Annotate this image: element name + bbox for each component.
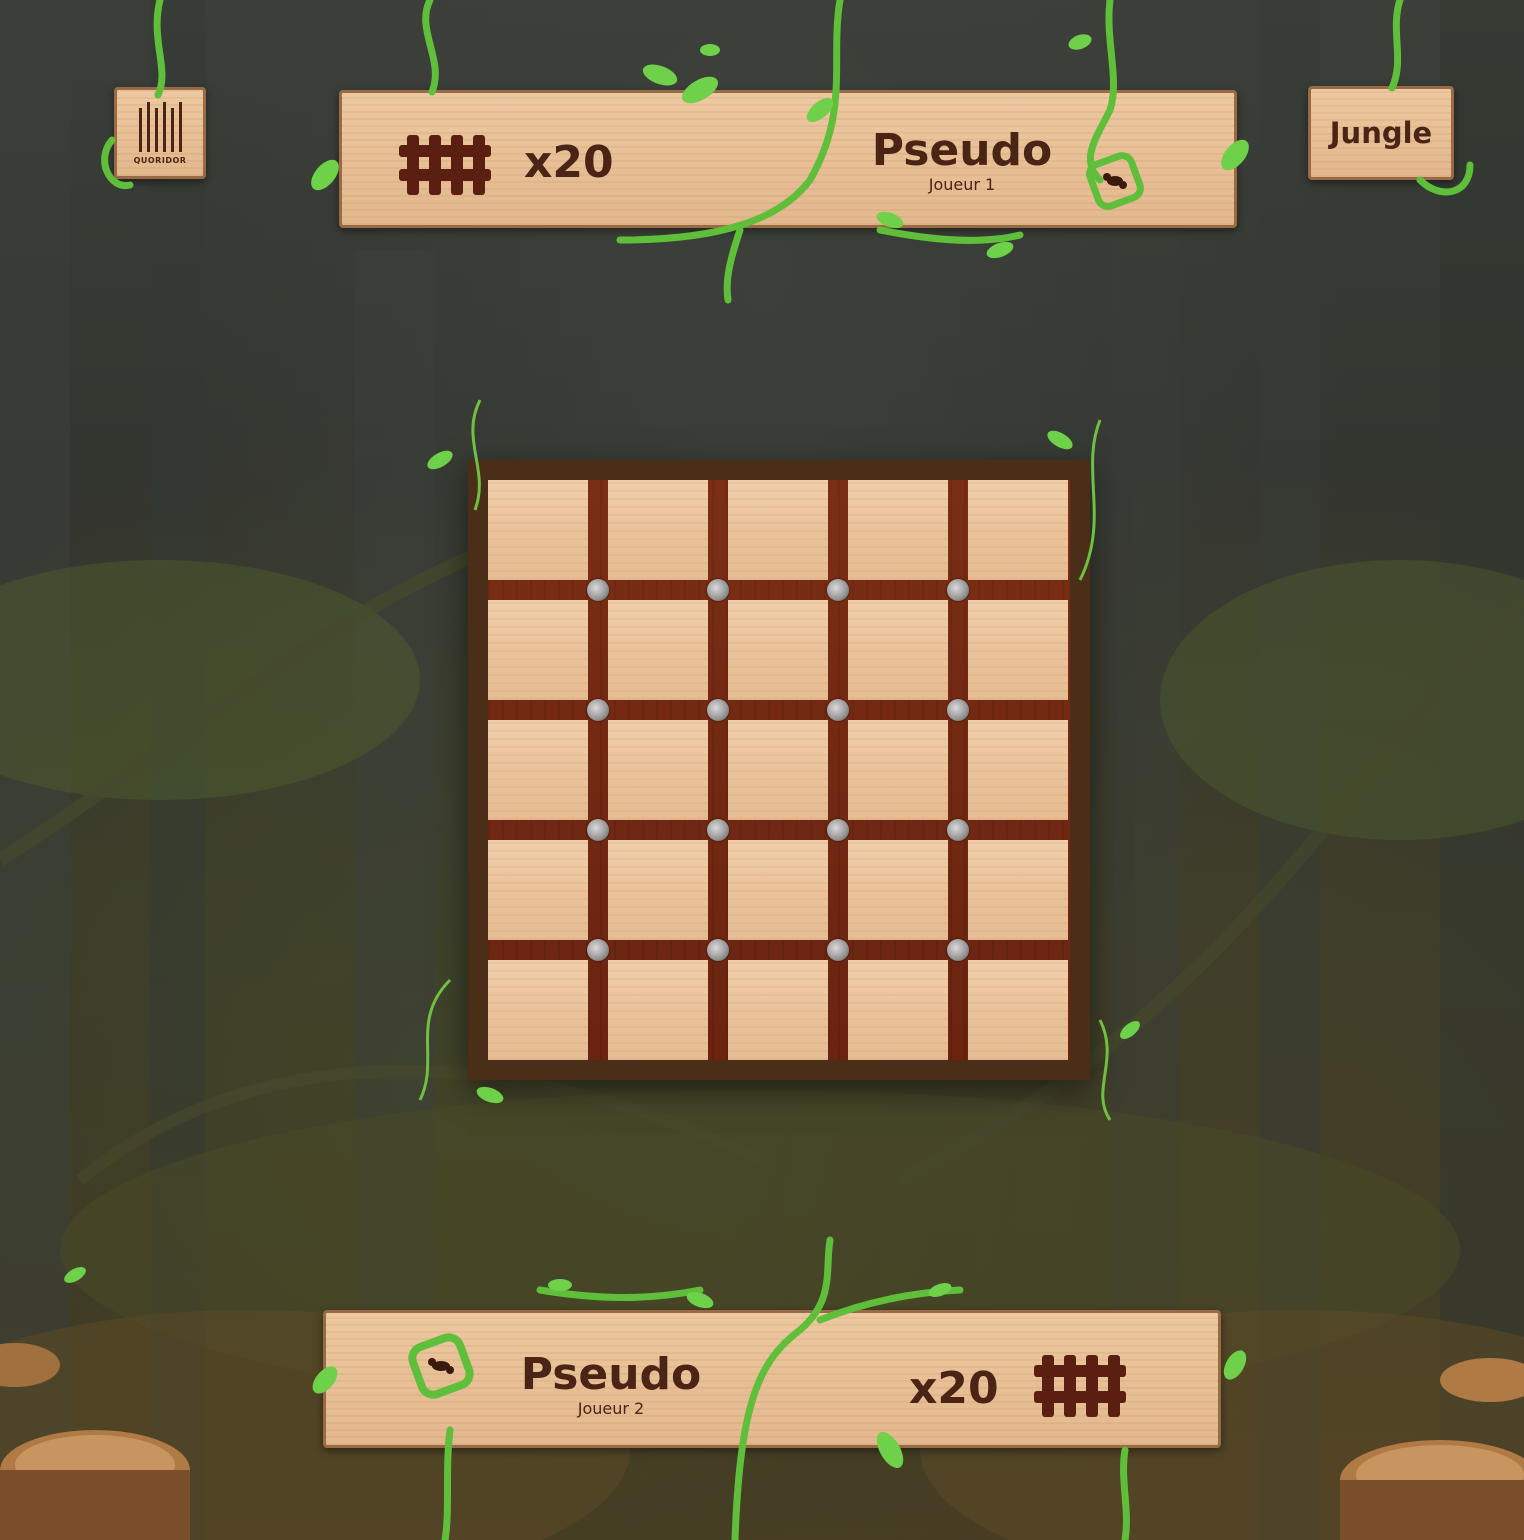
wall-slot-peg[interactable] (707, 819, 729, 841)
wall-slot-peg[interactable] (827, 939, 849, 961)
board-cell[interactable] (488, 600, 588, 700)
board-cell[interactable] (968, 840, 1068, 940)
board-cell[interactable] (608, 480, 708, 580)
board-cell[interactable] (728, 720, 828, 820)
board-cell[interactable] (728, 600, 828, 700)
fence-icon (399, 135, 491, 195)
board-cell[interactable] (848, 840, 948, 940)
theme-button[interactable]: Jungle (1308, 86, 1454, 180)
wall-slot-peg[interactable] (827, 819, 849, 841)
board-cell[interactable] (848, 480, 948, 580)
wall-slot-peg[interactable] (707, 579, 729, 601)
board-cell[interactable] (728, 840, 828, 940)
player1-panel: x20 Pseudo Joueur 1 (339, 90, 1237, 228)
fence-icon (1034, 1355, 1126, 1417)
board-cell[interactable] (968, 720, 1068, 820)
wall-slot-peg[interactable] (587, 819, 609, 841)
wall-slot-peg[interactable] (827, 699, 849, 721)
player2-name: Pseudo (520, 1349, 702, 1400)
ant-avatar-icon (408, 1333, 474, 1399)
player1-name: Pseudo (871, 125, 1053, 176)
board-cell[interactable] (488, 840, 588, 940)
wall-slot-peg[interactable] (947, 939, 969, 961)
board-cell[interactable] (728, 960, 828, 1060)
player1-walls-count: x20 (524, 137, 614, 188)
player2-role: Joueur 2 (577, 1399, 645, 1418)
board-cell[interactable] (608, 720, 708, 820)
board-cell[interactable] (608, 600, 708, 700)
logo-text: QUORIDOR (133, 155, 187, 165)
quoridor-logo-button[interactable]: QUORIDOR (114, 87, 206, 179)
game-board (468, 460, 1090, 1080)
wall-slot-peg[interactable] (707, 699, 729, 721)
ant-avatar-icon (1086, 152, 1144, 210)
board-cell[interactable] (488, 720, 588, 820)
board-cell[interactable] (728, 480, 828, 580)
board-grid (488, 480, 1070, 1060)
wall-slot-peg[interactable] (587, 939, 609, 961)
board-cell[interactable] (608, 840, 708, 940)
wall-slot-peg[interactable] (947, 819, 969, 841)
wall-slot-peg[interactable] (947, 699, 969, 721)
board-cell[interactable] (848, 960, 948, 1060)
board-cell[interactable] (968, 600, 1068, 700)
board-cell[interactable] (848, 600, 948, 700)
board-cell[interactable] (608, 960, 708, 1060)
wall-slot-peg[interactable] (947, 579, 969, 601)
wall-slot-peg[interactable] (587, 579, 609, 601)
player1-role: Joueur 1 (928, 175, 996, 194)
board-cell[interactable] (968, 480, 1068, 580)
wall-slot-peg[interactable] (827, 579, 849, 601)
wall-slot-peg[interactable] (707, 939, 729, 961)
board-cell[interactable] (968, 960, 1068, 1060)
board-cell[interactable] (488, 480, 588, 580)
board-cell[interactable] (488, 960, 588, 1060)
player2-walls-count: x20 (909, 1363, 999, 1414)
player2-panel: Pseudo Joueur 2 x20 (323, 1310, 1221, 1448)
wall-slot-peg[interactable] (587, 699, 609, 721)
board-cell[interactable] (848, 720, 948, 820)
barcode-logo-icon (138, 101, 182, 152)
